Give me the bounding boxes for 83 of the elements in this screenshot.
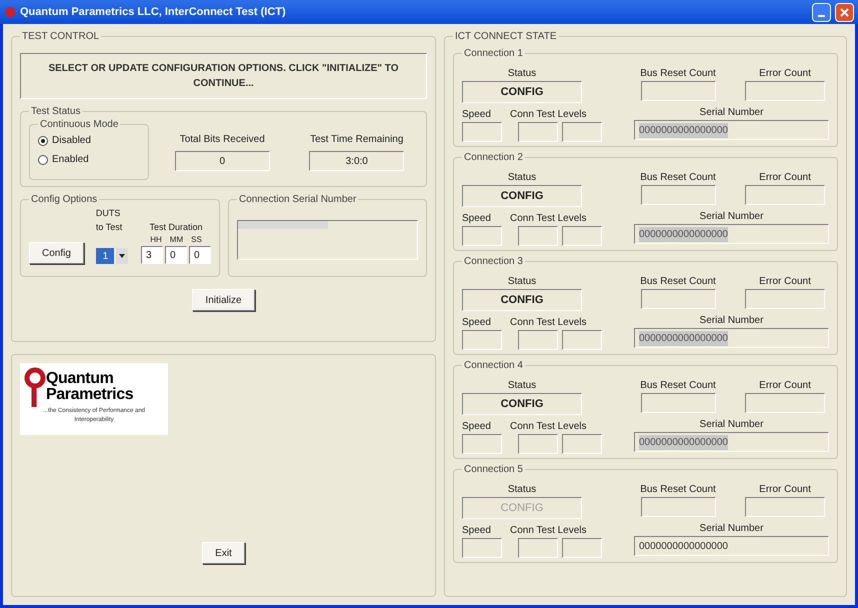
serial-number: 0000000000000000 bbox=[639, 330, 728, 346]
field-label: Bus Reset Count bbox=[640, 67, 716, 81]
field-label: Conn Test Levels bbox=[510, 108, 587, 122]
field-label: Error Count bbox=[759, 275, 811, 289]
field-label: Conn Test Levels bbox=[510, 316, 587, 330]
field-label: Status bbox=[506, 379, 538, 393]
status-field: CONFIG bbox=[462, 81, 582, 103]
duration-field[interactable]: 0 bbox=[165, 246, 187, 264]
exit-button[interactable]: Exit bbox=[202, 542, 245, 564]
logo-name: Quantum bbox=[46, 371, 114, 387]
unit-label: HH bbox=[150, 234, 162, 246]
speed-field bbox=[462, 122, 502, 142]
radio-option[interactable]: Enabled bbox=[38, 152, 140, 167]
logo-name: Parametrics bbox=[46, 387, 134, 403]
unit-label: MM bbox=[170, 234, 184, 246]
status-field: CONFIG bbox=[462, 393, 582, 415]
field-label: Bus Reset Count bbox=[640, 379, 716, 393]
minimize-button[interactable] bbox=[812, 2, 831, 22]
status-field: CONFIG bbox=[462, 497, 582, 519]
serial-number: 0000000000000000 bbox=[639, 122, 728, 138]
unit-label: SS bbox=[191, 234, 202, 246]
field-label: Speed bbox=[462, 108, 492, 122]
config-button[interactable]: Config bbox=[29, 242, 84, 264]
field-label: DUTS to Test bbox=[96, 207, 124, 234]
field-label: Test Duration bbox=[149, 220, 203, 234]
close-icon bbox=[840, 8, 849, 16]
field-label: Status bbox=[506, 275, 538, 289]
app-icon bbox=[4, 6, 16, 18]
duration-field[interactable]: 0 bbox=[189, 246, 211, 264]
field-label: Error Count bbox=[759, 67, 811, 81]
group-title: Config Options bbox=[29, 192, 100, 207]
level-field bbox=[562, 538, 602, 558]
caret-icon bbox=[116, 248, 128, 264]
speed-field bbox=[462, 330, 502, 350]
serial-number: 0000000000000000 bbox=[639, 226, 728, 242]
field-label: Conn Test Levels bbox=[510, 420, 587, 434]
instruction-message: SELECT OR UPDATE CONFIGURATION OPTIONS. CLICK "INITIALIZE" TO CONTINUE... bbox=[47, 62, 400, 91]
field-label: Total Bits Received bbox=[180, 133, 265, 147]
level-field bbox=[562, 434, 602, 454]
field-label: Serial Number bbox=[698, 522, 764, 536]
status-field: CONFIG bbox=[462, 185, 582, 207]
field-label: Conn Test Levels bbox=[510, 524, 587, 538]
close-button[interactable] bbox=[835, 2, 854, 22]
field-label: Error Count bbox=[759, 171, 811, 185]
logo-mark-icon bbox=[24, 367, 46, 407]
field-label: Serial Number bbox=[698, 210, 764, 224]
level-field bbox=[562, 122, 602, 142]
field-label: Serial Number bbox=[698, 418, 764, 432]
field-label: Bus Reset Count bbox=[640, 483, 716, 497]
speed-field bbox=[462, 538, 502, 558]
level-field bbox=[518, 226, 558, 246]
speed-field bbox=[462, 434, 502, 454]
readout-field: 0 bbox=[174, 151, 270, 171]
level-field bbox=[518, 330, 558, 350]
readout-field: 3:0:0 bbox=[309, 151, 404, 171]
radio-option[interactable]: Disabled bbox=[38, 133, 140, 148]
level-field bbox=[518, 122, 558, 142]
field-label: Bus Reset Count bbox=[640, 171, 716, 185]
status-field: CONFIG bbox=[462, 289, 582, 311]
field-label: Test Time Remaining bbox=[310, 133, 404, 147]
field-label: Status bbox=[506, 67, 538, 81]
speed-field bbox=[462, 226, 502, 246]
field-label: Error Count bbox=[759, 379, 811, 393]
field-label: Speed bbox=[462, 212, 492, 226]
field-label: Speed bbox=[462, 316, 492, 330]
duration-field[interactable]: 3 bbox=[141, 246, 163, 264]
level-field bbox=[562, 226, 602, 246]
field-label: Status bbox=[506, 483, 538, 497]
level-field bbox=[518, 538, 558, 558]
level-field bbox=[518, 434, 558, 454]
level-field bbox=[562, 330, 602, 350]
field-label: Conn Test Levels bbox=[510, 212, 587, 226]
field-label: Status bbox=[506, 171, 538, 185]
field-label: Serial Number bbox=[698, 106, 764, 120]
serial-number: 0000000000000000 bbox=[639, 434, 728, 450]
field-label: Bus Reset Count bbox=[640, 275, 716, 289]
field-label: Speed bbox=[462, 524, 492, 538]
serial-number: 0000000000000000 bbox=[639, 540, 728, 554]
field-label: Serial Number bbox=[698, 314, 764, 328]
field-label: Speed bbox=[462, 420, 492, 434]
field-label: Error Count bbox=[759, 483, 811, 497]
initialize-button[interactable]: Initialize bbox=[192, 289, 255, 311]
window-title: Quantum Parametrics LLC, InterConnect Test (ICT) bbox=[20, 4, 287, 20]
